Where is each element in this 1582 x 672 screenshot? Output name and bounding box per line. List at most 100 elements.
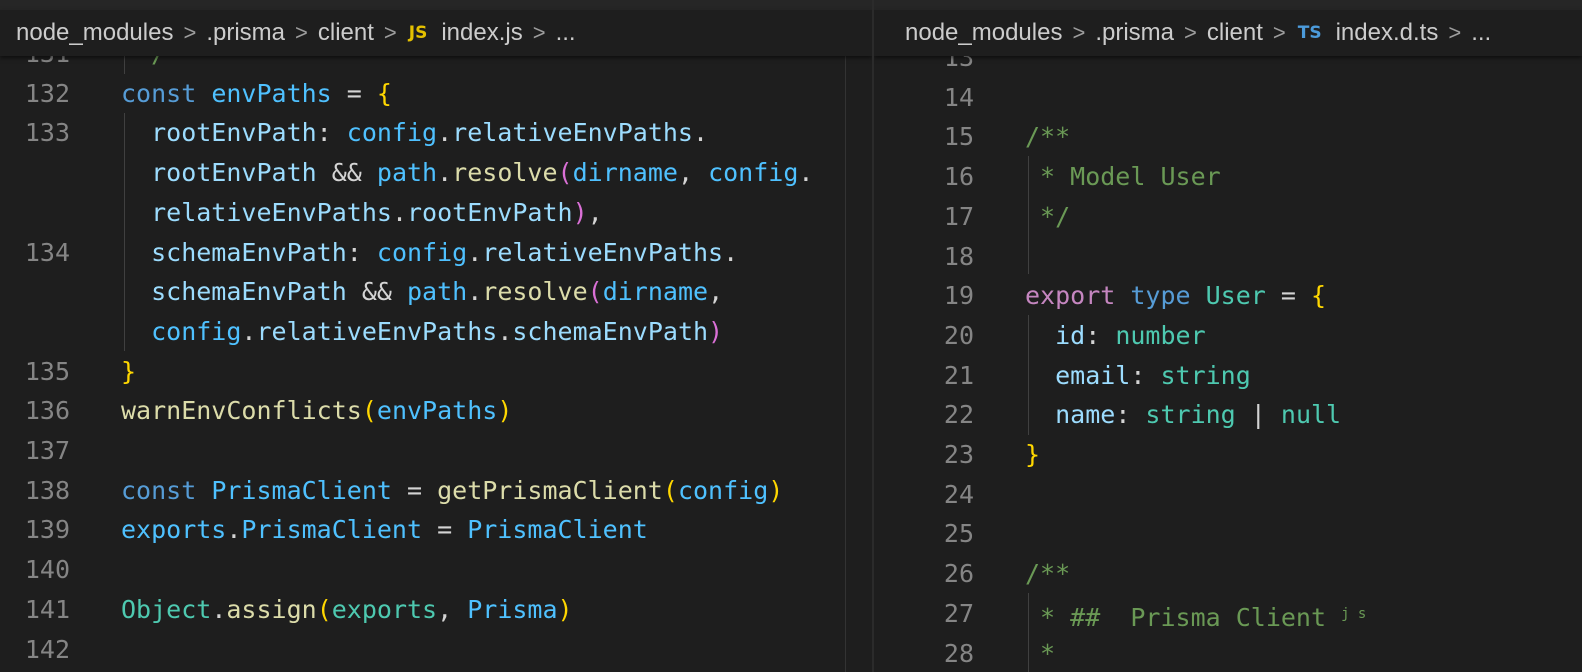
breadcrumb-prisma[interactable]: .prisma: [1095, 19, 1174, 47]
left-breadcrumb: node_modules > .prisma > client > JS ind…: [0, 10, 872, 56]
breadcrumb-prisma[interactable]: .prisma: [206, 19, 285, 47]
breadcrumb-node-modules[interactable]: node_modules: [905, 19, 1062, 47]
code-line[interactable]: 19 export type User = {: [874, 276, 1326, 316]
code-line[interactable]: 142: [0, 630, 70, 670]
code-line[interactable]: 139 exports.PrismaClient = PrismaClient: [0, 510, 648, 550]
line-number: 140: [24, 555, 70, 585]
line-number: 23: [943, 440, 974, 469]
code-token: * ## Prisma Client: [1025, 602, 1342, 632]
code-line[interactable]: 23}: [874, 435, 1040, 475]
code-line[interactable]: 136 warnEnvConflicts(envPaths): [0, 391, 513, 431]
line-number: 20: [943, 320, 974, 350]
code-token: =: [1265, 281, 1311, 311]
code-line[interactable]: 137: [0, 431, 70, 471]
code-line[interactable]: 28 *: [874, 634, 1055, 672]
line-number: 15: [943, 122, 974, 152]
code-token: path: [376, 158, 438, 188]
code-line[interactable]: 141 Object.assign(exports, Prisma): [0, 590, 573, 630]
code-token: :: [316, 118, 347, 148]
line-number: 134: [24, 237, 70, 267]
code-token: null: [1280, 400, 1342, 430]
code-token: .: [497, 316, 513, 346]
code-line[interactable]: 135}: [0, 352, 136, 392]
code-line[interactable]: 133 rootEnvPath: config.relativeEnvPaths…: [0, 113, 708, 153]
chevron-right-icon: >: [183, 20, 197, 45]
code-line[interactable]: 132 const envPaths = {: [0, 74, 392, 114]
code-line[interactable]: 18: [874, 237, 974, 277]
code-text: name: string | null: [1025, 395, 1341, 435]
code-token: getPrismaClient: [437, 475, 663, 505]
code-text: }: [121, 352, 136, 392]
line-number: 21: [943, 360, 974, 390]
code-line[interactable]: 17 */: [874, 197, 1070, 237]
code-text: warnEnvConflicts(envPaths): [121, 391, 512, 431]
code-token: PrismaClient: [467, 515, 648, 545]
breadcrumb-client[interactable]: client: [1207, 19, 1263, 47]
code-text: * ## Prisma Client j s: [1025, 594, 1366, 638]
breadcrumb-client[interactable]: client: [318, 19, 374, 47]
code-line[interactable]: 15 /**: [874, 117, 1070, 157]
code-token: email: [1025, 360, 1131, 390]
code-line[interactable]: 25: [874, 514, 974, 554]
code-line[interactable]: 24: [874, 475, 974, 515]
code-token: }: [1025, 440, 1041, 469]
breadcrumb-file[interactable]: index.d.ts: [1336, 19, 1439, 47]
code-token: .: [391, 197, 407, 227]
code-line[interactable]: 14: [874, 78, 974, 118]
code-line[interactable]: 26 /**: [874, 554, 1070, 594]
code-line[interactable]: 27 * ## Prisma Client j s: [874, 594, 1366, 634]
code-line[interactable]: 138 const PrismaClient = getPrismaClient(…: [0, 471, 783, 511]
code-token: (: [316, 594, 332, 624]
code-token: relativeEnvPaths: [482, 237, 724, 267]
code-token: number: [1115, 320, 1206, 350]
code-line[interactable]: 16 * Model User: [874, 157, 1221, 197]
right-editor-pane[interactable]: 13 14 15/** 16 * Model User 17 */18 19 export …: [874, 0, 1582, 672]
code-token: config: [346, 118, 438, 148]
left-editor-pane[interactable]: 131 */132const envPaths = {133 rootEnvPa…: [0, 0, 872, 672]
code-text: exports.PrismaClient = PrismaClient: [121, 510, 648, 550]
code-line[interactable]: rootEnvPath && path.resolve(dirname, con…: [0, 153, 813, 193]
code-token: exports: [331, 594, 438, 624]
left-pane-edge: [845, 56, 846, 672]
code-token: schemaEnvPath: [121, 237, 347, 267]
code-token: rootEnvPath: [121, 158, 317, 188]
code-token: PrismaClient: [211, 475, 392, 505]
code-token: .: [211, 594, 227, 624]
code-line[interactable]: config.relativeEnvPaths.schemaEnvPath): [0, 312, 723, 352]
code-line[interactable]: schemaEnvPath && path.resolve(dirname,: [0, 272, 723, 312]
code-line[interactable]: 140: [0, 550, 70, 590]
code-text: email: string: [1025, 356, 1251, 396]
code-token: assign: [226, 594, 317, 624]
line-number: 28: [943, 638, 974, 668]
code-token: ,: [437, 594, 468, 624]
line-number: 138: [24, 475, 70, 505]
typescript-file-icon: TS: [1297, 23, 1322, 43]
code-token: :: [1085, 320, 1116, 350]
code-text: /**: [1025, 117, 1070, 157]
line-number: 132: [24, 78, 70, 108]
code-line[interactable]: 134 schemaEnvPath: config.relativeEnvPat…: [0, 233, 738, 273]
code-token: rootEnvPath: [121, 118, 317, 148]
code-token: (: [662, 475, 678, 505]
breadcrumb-more[interactable]: ...: [556, 19, 576, 47]
code-line[interactable]: 21 email: string: [874, 356, 1251, 396]
right-code-editor[interactable]: 13 14 15/** 16 * Model User 17 */18 19 export …: [874, 0, 1582, 672]
code-text: /**: [1025, 554, 1070, 594]
code-token: =: [391, 475, 438, 505]
right-breadcrumb: node_modules > .prisma > client > TS ind…: [874, 10, 1582, 56]
code-token: const: [121, 475, 212, 505]
left-code-editor[interactable]: 131 */132const envPaths = {133 rootEnvPa…: [0, 0, 872, 672]
code-line[interactable]: 22 name: string | null: [874, 395, 1341, 435]
code-token: exports: [121, 515, 227, 545]
line-number: 19: [943, 281, 974, 311]
chevron-right-icon: >: [383, 20, 397, 45]
code-line[interactable]: 20 id: number: [874, 316, 1206, 356]
breadcrumb-node-modules[interactable]: node_modules: [16, 19, 173, 47]
code-token: dirname: [572, 158, 678, 188]
code-line[interactable]: relativeEnvPaths.rootEnvPath),: [0, 193, 603, 233]
breadcrumb-more[interactable]: ...: [1471, 19, 1491, 47]
line-number: 14: [943, 82, 974, 112]
breadcrumb-file[interactable]: index.js: [441, 19, 522, 47]
code-token: * Model User: [1025, 162, 1221, 192]
line-number: 24: [943, 479, 974, 509]
